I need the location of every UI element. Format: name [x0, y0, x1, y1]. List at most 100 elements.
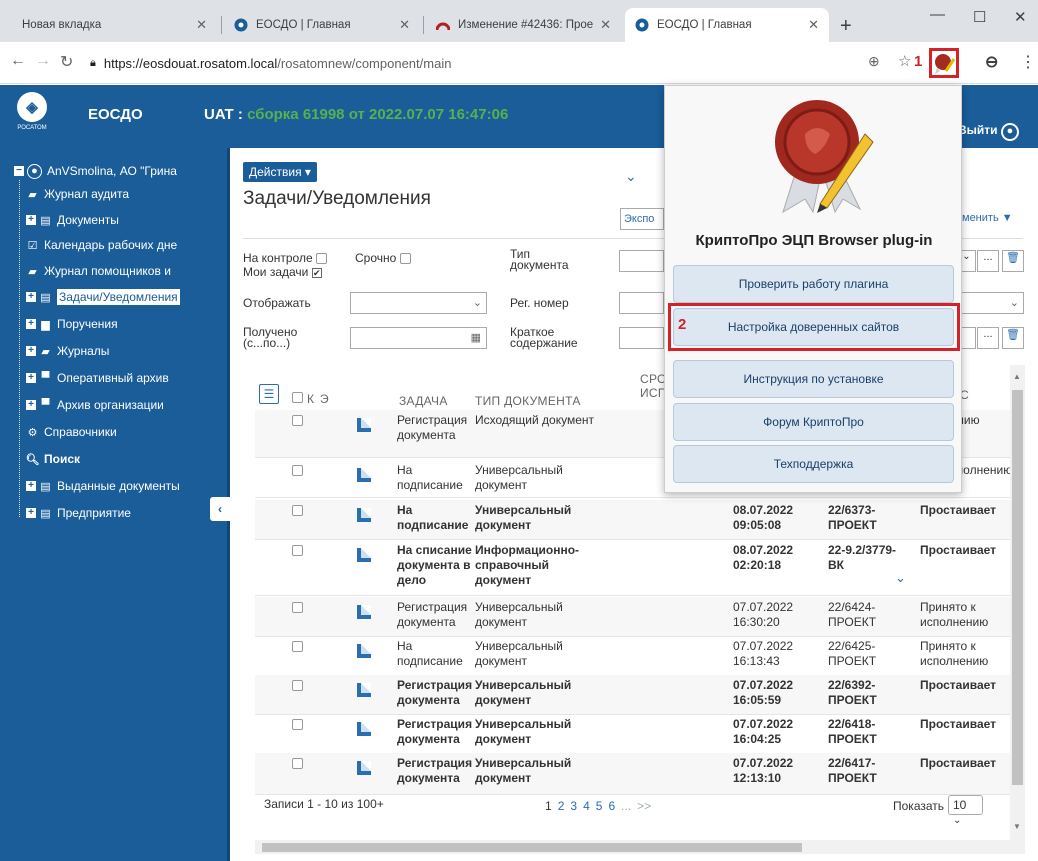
document-icon[interactable]	[357, 548, 371, 562]
document-icon[interactable]	[357, 722, 371, 736]
ellipsis-button[interactable]: ...	[977, 250, 999, 272]
column-doc-type[interactable]: ТИП ДОКУМЕНТА	[475, 394, 581, 408]
cryptopro-forum-button[interactable]: Форум КриптоПро	[673, 403, 954, 441]
page-size-select[interactable]: 10 ⌄	[948, 795, 983, 826]
expand-icon[interactable]: +	[26, 373, 36, 383]
filter-on-control[interactable]: На контроле	[243, 252, 327, 265]
expand-icon[interactable]: +	[26, 215, 36, 225]
sidebar-item-orders[interactable]: + ▆ Поручения	[26, 313, 118, 335]
document-icon[interactable]	[357, 683, 371, 697]
sidebar-item-org-archive[interactable]: + ▀ Архив организации	[26, 394, 164, 416]
url-bar[interactable]: 🔒︎ https://eosdouat.rosatom.local/rosato…	[90, 50, 920, 76]
document-icon[interactable]	[357, 605, 371, 619]
sidebar-item-calendar[interactable]: ☑ Календарь рабочих дне	[26, 234, 178, 256]
filter-my-tasks[interactable]: Мои задачи ✔	[243, 266, 322, 278]
expand-icon[interactable]: +	[26, 319, 36, 329]
page-link[interactable]: 1	[545, 799, 552, 813]
export-button[interactable]: Экспо	[620, 208, 664, 230]
page-link[interactable]: 6	[608, 799, 615, 813]
collapse-sidebar-button[interactable]: ‹	[210, 497, 230, 521]
expand-icon[interactable]: +	[26, 481, 36, 491]
maximize-icon[interactable]: ☐	[973, 8, 986, 26]
document-icon[interactable]	[357, 468, 371, 482]
chevron-down-icon[interactable]: ⌄	[895, 570, 906, 586]
doc-type-input[interactable]	[619, 250, 664, 272]
actions-button[interactable]: Действия ▾	[243, 162, 317, 182]
checkbox[interactable]	[292, 392, 303, 404]
row-checkbox[interactable]	[292, 505, 303, 516]
sidebar-item-reference[interactable]: ⚙ Справочники	[26, 421, 117, 443]
close-icon[interactable]: ✕	[808, 17, 819, 33]
table-row[interactable]: Регистрация документа Универсальный докум…	[255, 714, 1010, 754]
row-checkbox[interactable]	[292, 719, 303, 730]
header-select-all[interactable]	[292, 390, 303, 404]
table-row[interactable]: Регистрация документа Универсальный докум…	[255, 753, 1010, 795]
expand-icon[interactable]: +	[26, 400, 36, 410]
close-icon[interactable]: ✕	[600, 17, 611, 33]
sidebar-item-user[interactable]: − ● AnVSmolina, АО "Грина	[14, 160, 177, 182]
sidebar-item-tasks[interactable]: + ▤ Задачи/Уведомления	[26, 286, 180, 308]
summary-input-end[interactable]	[960, 327, 976, 349]
table-row[interactable]: На подписание Универсальный документ 07.07…	[255, 636, 1010, 676]
back-icon[interactable]: ←	[10, 52, 26, 70]
document-icon[interactable]	[357, 644, 371, 658]
sidebar-item-op-archive[interactable]: + ▀ Оперативный архив	[26, 367, 169, 389]
table-row[interactable]: На списание документа в дело Информационн…	[255, 540, 1010, 596]
table-row[interactable]: Регистрация документа Универсальный докум…	[255, 675, 1010, 715]
column-task[interactable]: ЗАДАЧА	[399, 394, 448, 408]
window-close-icon[interactable]: ✕	[1014, 8, 1027, 26]
reload-icon[interactable]: ↻	[60, 52, 73, 72]
page-link[interactable]: 5	[596, 799, 603, 813]
row-checkbox[interactable]	[292, 415, 303, 426]
column-e[interactable]: Э	[320, 392, 329, 406]
expand-icon[interactable]: +	[26, 292, 36, 302]
sidebar-item-issued[interactable]: + ▤ Выданные документы	[26, 475, 180, 497]
sidebar-item-search[interactable]: 🔍︎ Поиск	[26, 448, 80, 470]
sidebar-item-journals[interactable]: + ▰ Журналы	[26, 340, 109, 362]
tab-redmine[interactable]: Изменение #42436: Прое ✕	[426, 8, 621, 42]
profile-icon[interactable]: ⊖	[985, 52, 998, 72]
row-checkbox[interactable]	[292, 602, 303, 613]
cryptopro-extension-button[interactable]	[929, 48, 959, 78]
summary-input[interactable]	[619, 327, 664, 349]
reg-number-input[interactable]	[619, 292, 664, 314]
forward-icon[interactable]: →	[35, 52, 51, 70]
page-link[interactable]: >>	[637, 799, 651, 813]
scroll-up-icon[interactable]: ▲	[1013, 372, 1021, 381]
scroll-down-icon[interactable]: ▼	[1013, 822, 1021, 831]
checkbox[interactable]	[399, 253, 411, 265]
sidebar-item-audit[interactable]: ▰ Журнал аудита	[26, 183, 129, 205]
document-icon[interactable]	[357, 761, 371, 775]
table-row[interactable]: Регистрация документа Универсальный докум…	[255, 597, 1010, 637]
display-select[interactable]: ⌄	[350, 292, 487, 314]
sidebar-item-assistants[interactable]: ▰ Журнал помощников и	[26, 260, 171, 282]
column-k[interactable]: К	[307, 392, 314, 406]
row-checkbox[interactable]	[292, 680, 303, 691]
exit-button[interactable]: Выйти ●	[958, 123, 1019, 141]
trash-icon[interactable]: 🗑︎	[1002, 327, 1024, 349]
received-date-input[interactable]: ▦	[350, 327, 487, 349]
page-link[interactable]: 4	[583, 799, 590, 813]
close-icon[interactable]: ✕	[399, 17, 410, 33]
tab-eosdo-active[interactable]: ЕОСДО | Главная ✕	[625, 8, 829, 42]
check-plugin-button[interactable]: Проверить работу плагина	[673, 265, 954, 303]
column-deadline[interactable]: СРО ИСП	[640, 372, 664, 400]
page-link[interactable]: ...	[621, 799, 631, 813]
close-icon[interactable]: ✕	[196, 17, 207, 33]
new-tab-icon[interactable]: +	[840, 15, 852, 38]
horizontal-scroll-thumb[interactable]	[262, 843, 802, 852]
trash-icon[interactable]: 🗑︎	[1002, 250, 1024, 272]
page-link[interactable]: 2	[558, 799, 565, 813]
document-icon[interactable]	[357, 508, 371, 522]
apply-button[interactable]: менить ▼	[962, 212, 1013, 224]
checkbox[interactable]	[315, 253, 327, 265]
minimize-icon[interactable]: —	[930, 6, 945, 23]
checkbox-checked[interactable]: ✔	[311, 267, 322, 278]
page-link[interactable]: 3	[570, 799, 577, 813]
chrome-menu-icon[interactable]: ⋮	[1020, 52, 1036, 72]
row-checkbox[interactable]	[292, 758, 303, 769]
zoom-icon[interactable]: ⊕	[868, 53, 880, 70]
row-checkbox[interactable]	[292, 545, 303, 556]
column-menu-icon[interactable]: ☰	[259, 384, 279, 404]
expand-icon[interactable]: +	[26, 508, 36, 518]
